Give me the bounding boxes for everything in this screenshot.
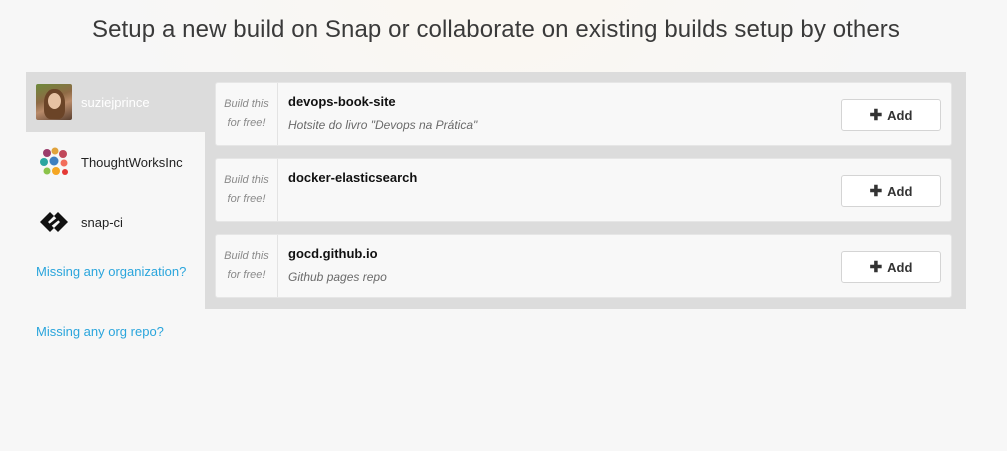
user-avatar-icon bbox=[36, 84, 72, 120]
missing-org-repo-link[interactable]: Missing any org repo? bbox=[26, 324, 206, 339]
org-label: ThoughtWorksInc bbox=[81, 154, 183, 170]
build-free-tag: Build this for free! bbox=[216, 235, 278, 297]
org-sidebar: suziejprince ThoughtWorksInc snap-ci Mis… bbox=[26, 72, 206, 339]
missing-organization-link[interactable]: Missing any organization? bbox=[26, 264, 206, 279]
org-label: suziejprince bbox=[81, 94, 150, 110]
repo-row: Build this for free! gocd.github.io Githu… bbox=[215, 234, 952, 298]
add-repo-button[interactable]: ✚ Add bbox=[841, 99, 941, 131]
plus-icon: ✚ bbox=[869, 106, 883, 124]
repo-row: Build this for free! docker-elasticsearch… bbox=[215, 158, 952, 222]
repo-list-panel: Build this for free! devops-book-site Hot… bbox=[205, 72, 966, 309]
add-button-label: Add bbox=[887, 183, 913, 199]
org-label: snap-ci bbox=[81, 214, 123, 230]
build-free-tag: Build this for free! bbox=[216, 159, 278, 221]
org-item-thoughtworksinc[interactable]: ThoughtWorksInc bbox=[26, 132, 206, 192]
plus-icon: ✚ bbox=[869, 258, 883, 276]
org-item-snap-ci[interactable]: snap-ci bbox=[26, 192, 206, 252]
snap-ci-logo-icon bbox=[40, 212, 68, 232]
thoughtworks-logo-icon bbox=[40, 147, 68, 175]
org-item-suziejprince[interactable]: suziejprince bbox=[26, 72, 206, 132]
add-button-label: Add bbox=[887, 107, 913, 123]
repo-row: Build this for free! devops-book-site Hot… bbox=[215, 82, 952, 146]
page-title: Setup a new build on Snap or collaborate… bbox=[91, 16, 901, 43]
add-repo-button[interactable]: ✚ Add bbox=[841, 251, 941, 283]
add-button-label: Add bbox=[887, 259, 913, 275]
plus-icon: ✚ bbox=[869, 182, 883, 200]
page: Setup a new build on Snap or collaborate… bbox=[0, 0, 1007, 451]
add-repo-button[interactable]: ✚ Add bbox=[841, 175, 941, 207]
build-free-tag: Build this for free! bbox=[216, 83, 278, 145]
